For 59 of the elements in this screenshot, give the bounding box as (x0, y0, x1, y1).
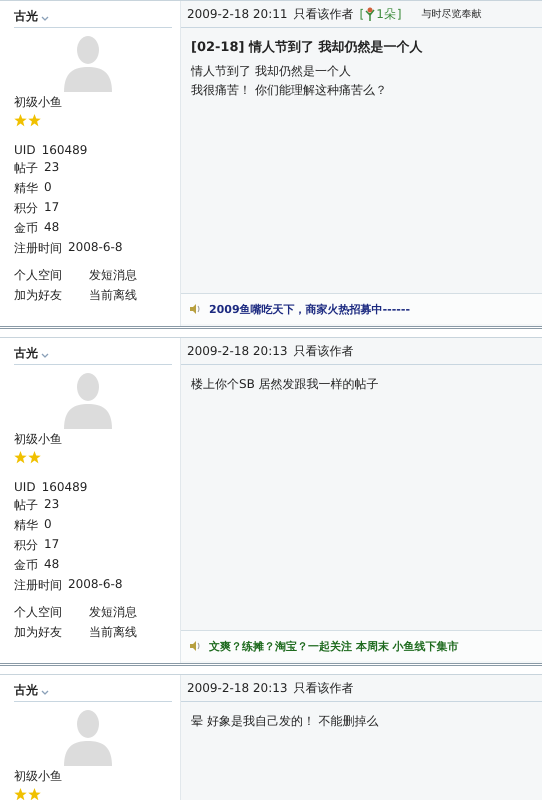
profile-link[interactable]: 当前离线 (89, 287, 164, 304)
user-rank: 初级小鱼 (14, 768, 63, 785)
profile-link[interactable]: 个人空间 (14, 267, 89, 284)
post-time: 2009-2-18 20:13 (187, 681, 288, 695)
profile-link[interactable]: 发短消息 (89, 604, 164, 621)
only-author-link[interactable]: 只看该作者 (294, 342, 354, 360)
stat-value: 0 (44, 517, 52, 533)
stat-label: 注册时间 (14, 240, 62, 257)
post-text: 晕 好象是我自己发的！ 不能删掉么 (191, 713, 380, 730)
post-time: 2009-2-18 20:13 (187, 344, 288, 358)
stat-value: 0 (44, 180, 52, 196)
chevron-down-icon[interactable] (41, 16, 49, 22)
stat-value: 2008-6-8 (68, 240, 122, 256)
profile-link[interactable]: 个人空间 (14, 604, 89, 621)
post-text: 楼上你个SB 居然发跟我一样的帖子 (191, 376, 380, 393)
user-rank: 初级小鱼 (14, 431, 63, 448)
stat-label: 注册时间 (14, 577, 62, 594)
stat-label: 金币 (14, 557, 38, 574)
stat-label: 帖子 (14, 497, 38, 514)
stat-value: 160489 (42, 480, 88, 494)
post-text: 情人节到了 我却仍然是一个人 (191, 63, 352, 80)
stat-label: 帖子 (14, 160, 38, 177)
stat-value: 48 (44, 220, 60, 236)
stat-label: 精华 (14, 517, 38, 534)
flower-icon (365, 7, 376, 21)
author-name[interactable]: 古光 (14, 682, 38, 699)
profile-link[interactable]: 当前离线 (89, 624, 164, 641)
author-name[interactable]: 古光 (14, 8, 38, 25)
header-note: 与时尽览奉献 (422, 8, 482, 21)
bracket: ] (396, 7, 402, 21)
stat-label: 精华 (14, 180, 38, 197)
stat-value: 23 (44, 160, 60, 176)
speaker-icon (189, 303, 201, 315)
stat-value: 160489 (42, 143, 88, 157)
profile-link[interactable]: 加为好友 (14, 624, 89, 641)
speaker-icon (189, 640, 201, 652)
stat-value: 17 (44, 200, 60, 216)
profile-link[interactable]: 发短消息 (89, 267, 164, 284)
only-author-link[interactable]: 只看该作者 (294, 680, 354, 696)
post-text: 我很痛苦！ 你们能理解这种痛苦么？ (191, 82, 388, 99)
stat-label: 金币 (14, 220, 38, 237)
bracket: [ (360, 7, 364, 21)
chevron-down-icon[interactable] (41, 690, 49, 696)
stat-value: 2008-6-8 (68, 577, 122, 593)
stat-value: 17 (44, 537, 60, 553)
author-name[interactable]: 古光 (14, 345, 38, 362)
chevron-down-icon[interactable] (41, 353, 49, 359)
flower-count[interactable]: 1朵 (376, 6, 396, 22)
stat-label: 积分 (14, 537, 38, 554)
stat-label: 积分 (14, 200, 38, 217)
stat-value: 23 (44, 497, 60, 513)
stat-label: UID (14, 480, 36, 494)
only-author-link[interactable]: 只看该作者 (294, 6, 354, 22)
profile-link[interactable]: 加为好友 (14, 287, 89, 304)
stat-value: 48 (44, 557, 60, 573)
stat-label: UID (14, 143, 36, 157)
post-title: [02-18] 情人节到了 我却仍然是一个人 (191, 39, 424, 56)
user-rank: 初级小鱼 (14, 94, 63, 111)
post-time: 2009-2-18 20:11 (187, 7, 288, 21)
